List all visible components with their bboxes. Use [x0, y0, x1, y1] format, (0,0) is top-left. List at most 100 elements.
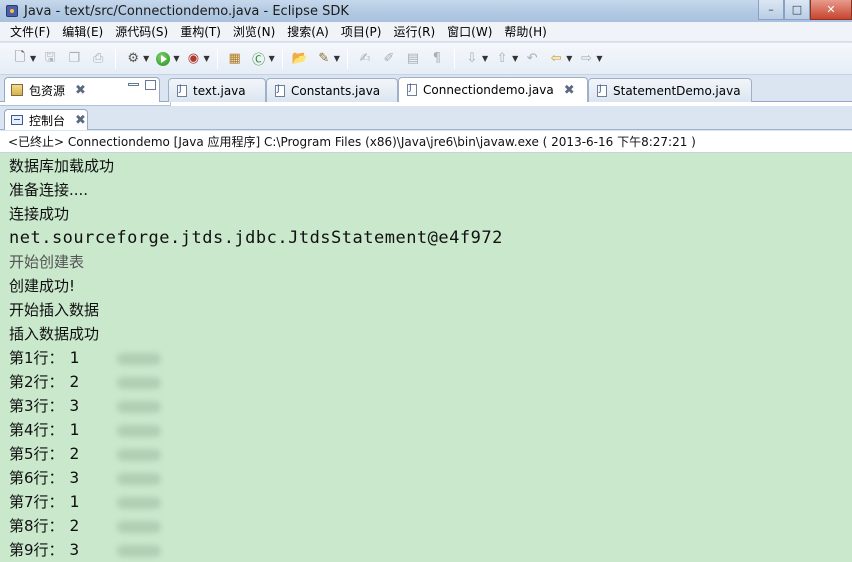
- external-tools-dropdown-icon[interactable]: ▼: [203, 54, 209, 63]
- tab-label: StatementDemo.java: [613, 83, 741, 98]
- console-line: 开始创建表: [9, 253, 85, 271]
- result-row: 第5行： 2: [9, 442, 852, 466]
- last-edit-icon[interactable]: ↶: [523, 50, 541, 68]
- search-dropdown-icon[interactable]: ▼: [334, 54, 340, 63]
- row-value: 3: [69, 396, 80, 415]
- blurred-value: [117, 424, 162, 437]
- result-row: 第1行： 1: [9, 346, 852, 370]
- result-row: 第8行： 2: [9, 514, 852, 538]
- print-icon[interactable]: ⎙: [89, 50, 107, 68]
- console-line: 创建成功!: [9, 277, 76, 295]
- title-bar: Java - text/src/Connectiondemo.java - Ec…: [0, 0, 852, 22]
- row-label: 第3行：: [9, 397, 64, 415]
- save-icon[interactable]: 🖫: [41, 50, 59, 68]
- row-label: 第6行：: [9, 469, 64, 487]
- toolbar-separator: [346, 48, 348, 69]
- menu-source[interactable]: 源代码(S): [109, 23, 174, 40]
- toggle-annotation-icon[interactable]: ✍: [356, 50, 374, 68]
- console-line: net.sourceforge.jtds.jdbc.JtdsStatement@…: [9, 228, 503, 248]
- row-value: 2: [69, 372, 80, 391]
- row-value: 2: [69, 444, 80, 463]
- menu-run[interactable]: 运行(R): [387, 23, 441, 40]
- menu-window[interactable]: 窗口(W): [441, 23, 498, 40]
- new-class-icon[interactable]: Ⓒ: [250, 50, 268, 68]
- editor-tab-row: 包资源 ✖ text.java Constants.java Connectio…: [0, 76, 852, 102]
- debug-dropdown-icon[interactable]: ▼: [143, 54, 149, 63]
- next-annotation-icon[interactable]: ⇩: [463, 50, 481, 68]
- blurred-value: [117, 520, 162, 533]
- back-dropdown-icon[interactable]: ▼: [566, 54, 572, 63]
- save-all-icon[interactable]: ❐: [65, 50, 83, 68]
- new-class-dropdown-icon[interactable]: ▼: [269, 54, 275, 63]
- row-label: 第8行：: [9, 517, 64, 535]
- previous-annotation-icon[interactable]: ⇧: [493, 50, 511, 68]
- menu-file[interactable]: 文件(F): [4, 23, 56, 40]
- search-icon[interactable]: ✎: [315, 50, 333, 68]
- menu-help[interactable]: 帮助(H): [498, 23, 552, 40]
- row-value: 3: [69, 468, 80, 487]
- blurred-value: [117, 448, 162, 461]
- result-row: 第6行： 3: [9, 466, 852, 490]
- menu-navigate[interactable]: 浏览(N): [227, 23, 281, 40]
- blurred-value: [117, 400, 162, 413]
- show-whitespace-icon[interactable]: ¶: [428, 50, 446, 68]
- close-icon[interactable]: ✖: [564, 83, 575, 98]
- console-output[interactable]: 数据库加载成功 准备连接.... 连接成功 net.sourceforge.jt…: [0, 153, 852, 562]
- console-tab-row: 控制台 ✖: [0, 107, 852, 130]
- menu-edit[interactable]: 编辑(E): [56, 23, 109, 40]
- new-icon[interactable]: 🗋: [11, 50, 29, 68]
- row-value: 2: [69, 516, 80, 535]
- console-tab[interactable]: 控制台 ✖: [4, 109, 88, 130]
- package-explorer-label: 包资源: [29, 83, 66, 98]
- forward-icon[interactable]: ⇨: [577, 50, 595, 68]
- tab-text-java[interactable]: text.java: [168, 78, 266, 102]
- blurred-value: [117, 496, 162, 509]
- close-icon[interactable]: ✖: [75, 113, 86, 128]
- minimize-icon[interactable]: –: [758, 0, 784, 20]
- tab-statementdemo-java[interactable]: StatementDemo.java: [588, 78, 752, 102]
- external-tools-icon[interactable]: ◉: [184, 50, 202, 68]
- mark-occurrences-icon[interactable]: ✐: [380, 50, 398, 68]
- menu-bar: 文件(F) 编辑(E) 源代码(S) 重构(T) 浏览(N) 搜索(A) 项目(…: [0, 22, 852, 42]
- console-tab-label: 控制台: [29, 113, 66, 128]
- result-row: 第4行： 1: [9, 418, 852, 442]
- tab-connectiondemo-java[interactable]: Connectiondemo.java ✖: [398, 77, 588, 102]
- open-type-icon[interactable]: 📂: [291, 50, 309, 68]
- forward-dropdown-icon[interactable]: ▼: [596, 54, 602, 63]
- maximize-view-icon[interactable]: [145, 80, 156, 90]
- window-controls: – □ ✕: [758, 0, 852, 20]
- previous-annotation-dropdown-icon[interactable]: ▼: [512, 54, 518, 63]
- menu-refactor[interactable]: 重构(T): [174, 23, 227, 40]
- new-package-icon[interactable]: ▦: [226, 50, 244, 68]
- java-file-icon: [177, 84, 187, 97]
- toolbar-separator: [115, 48, 117, 69]
- block-selection-icon[interactable]: ▤: [404, 50, 422, 68]
- result-row: 第2行： 2: [9, 370, 852, 394]
- back-icon[interactable]: ⇦: [547, 50, 565, 68]
- console-line: 准备连接....: [9, 181, 89, 199]
- minimize-view-icon[interactable]: [128, 83, 139, 86]
- next-annotation-dropdown-icon[interactable]: ▼: [482, 54, 488, 63]
- run-icon[interactable]: [154, 50, 172, 68]
- tab-label: Connectiondemo.java: [423, 83, 554, 97]
- editor-content-edge: [170, 102, 852, 106]
- editor-area-edge: [0, 102, 852, 106]
- blurred-value: [117, 376, 162, 389]
- row-label: 第2行：: [9, 373, 64, 391]
- close-icon[interactable]: ✖: [75, 83, 86, 98]
- menu-search[interactable]: 搜索(A): [281, 23, 335, 40]
- console-line: 开始插入数据: [9, 301, 100, 319]
- maximize-icon[interactable]: □: [784, 0, 810, 20]
- close-icon[interactable]: ✕: [810, 0, 852, 20]
- menu-project[interactable]: 项目(P): [335, 23, 388, 40]
- new-dropdown-icon[interactable]: ▼: [30, 54, 36, 63]
- run-dropdown-icon[interactable]: ▼: [173, 54, 179, 63]
- tab-constants-java[interactable]: Constants.java: [266, 78, 398, 102]
- debug-icon[interactable]: ⚙: [124, 50, 142, 68]
- row-label: 第9行：: [9, 541, 64, 559]
- blurred-value: [117, 352, 162, 365]
- tab-label: text.java: [193, 83, 246, 98]
- toolbar-separator: [281, 48, 283, 69]
- package-explorer-icon: [11, 84, 23, 96]
- result-row: 第9行： 3: [9, 538, 852, 562]
